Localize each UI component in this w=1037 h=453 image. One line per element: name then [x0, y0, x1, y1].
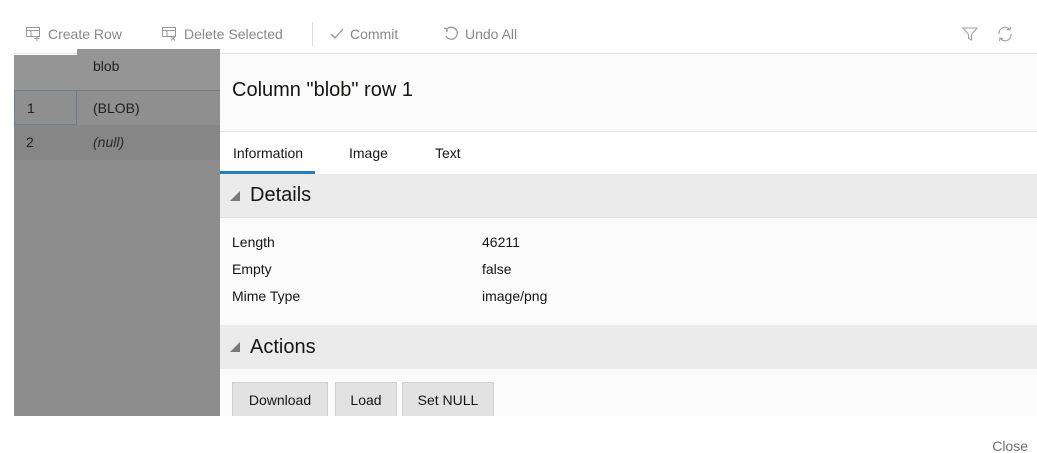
tab-image[interactable]: Image [349, 132, 388, 174]
create-row-button[interactable]: Create Row [26, 14, 122, 54]
blob-viewer-panel: Column "blob" row 1 Information Image Te… [220, 55, 1037, 416]
tab-text[interactable]: Text [435, 132, 461, 174]
details-section-header[interactable]: Details [220, 174, 1037, 218]
actions-heading: Actions [250, 335, 316, 358]
actions-bar: Download Load Set NULL [220, 369, 1037, 416]
table-row[interactable]: 1 (BLOB) [14, 90, 220, 125]
filter-icon [962, 26, 978, 42]
delete-selected-button[interactable]: Delete Selected [162, 14, 283, 54]
commit-label: Commit [350, 25, 399, 42]
column-header-blob[interactable]: blob [77, 49, 220, 84]
tab-information[interactable]: Information [220, 132, 315, 174]
undo-all-button[interactable]: Undo All [443, 14, 517, 54]
detail-value: 46211 [482, 234, 520, 250]
grid-header-row: blob [14, 49, 220, 90]
checkmark-icon [330, 28, 344, 40]
table-add-row-icon [26, 26, 42, 41]
details-list: Length 46211 Empty false Mime Type image… [220, 218, 1037, 325]
panel-title: Column "blob" row 1 [232, 79, 413, 101]
collapse-triangle-icon[interactable] [230, 342, 240, 352]
cell-blob[interactable]: (null) [77, 125, 220, 160]
refresh-button[interactable] [996, 14, 1020, 54]
table-row[interactable]: 2 (null) [14, 125, 220, 160]
detail-key: Mime Type [232, 288, 301, 304]
details-heading: Details [250, 184, 312, 206]
toolbar-divider [312, 22, 313, 46]
undo-icon [443, 26, 459, 42]
detail-key: Length [232, 234, 275, 250]
download-button[interactable]: Download [232, 382, 328, 416]
row-number[interactable]: 1 [14, 90, 77, 125]
collapse-triangle-icon[interactable] [230, 190, 240, 201]
row-number[interactable]: 2 [14, 125, 77, 160]
undo-all-label: Undo All [465, 25, 518, 42]
set-null-button[interactable]: Set NULL [402, 382, 494, 416]
table-delete-row-icon [162, 26, 178, 41]
row-number-header [14, 55, 77, 90]
detail-key: Empty [232, 261, 272, 277]
cell-blob[interactable]: (BLOB) [77, 90, 220, 125]
create-row-label: Create Row [48, 25, 122, 42]
commit-button[interactable]: Commit [330, 14, 398, 54]
tab-bar: Information Image Text [220, 132, 1037, 174]
detail-value: false [482, 261, 512, 277]
detail-value: image/png [482, 288, 548, 304]
actions-section-header[interactable]: Actions [220, 325, 1037, 369]
close-button[interactable]: Close [992, 438, 1028, 453]
delete-selected-label: Delete Selected [184, 25, 283, 42]
toolbar: Create Row Delete Selected Commit Undo A… [14, 14, 1037, 54]
load-button[interactable]: Load [335, 382, 397, 416]
data-grid: blob 1 (BLOB) 2 (null) [14, 49, 220, 416]
refresh-icon [996, 26, 1014, 42]
filter-button[interactable] [962, 14, 984, 54]
